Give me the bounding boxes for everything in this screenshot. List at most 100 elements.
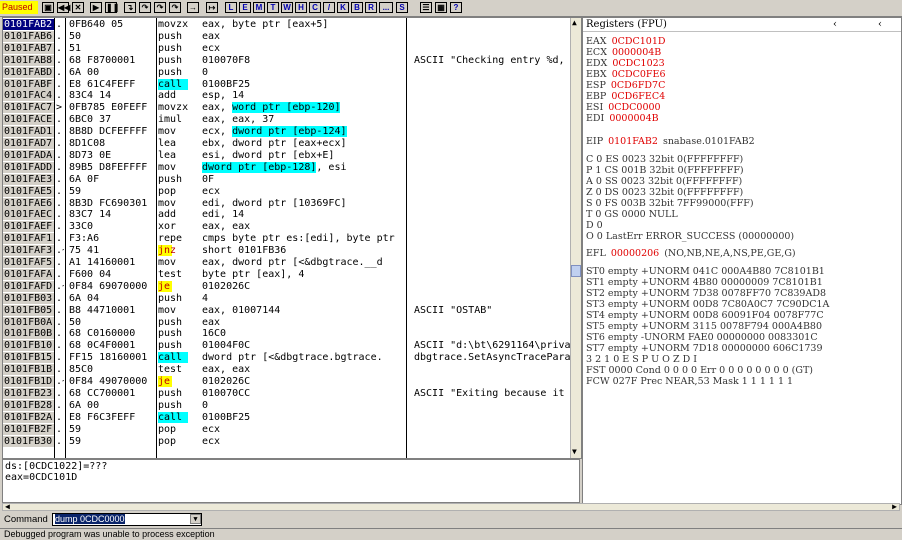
- disassembly-row[interactable]: 0101FAF1. F3:A6 repe cmps byte ptr es:[edi]…: [3, 233, 581, 245]
- row-comment: [414, 79, 581, 90]
- open-icon[interactable]: ▣: [42, 2, 54, 13]
- run-trace-window-button[interactable]: ...: [379, 2, 393, 13]
- disassembly-row[interactable]: 0101FB28. 6A 00 push 0: [3, 399, 581, 411]
- register-row: ESI 0CDC0000: [586, 102, 666, 113]
- disassembly-row[interactable]: 0101FAC7 >0FB785 E0FEFF movzx eax, word ptr…: [3, 102, 581, 114]
- disassembly-row[interactable]: 0101FAEC. 83C7 14 add edi, 14: [3, 209, 581, 221]
- disassembly-row[interactable]: 0101FB15. FF15 18160001 call dword ptr [<&d…: [3, 352, 581, 364]
- row-address: 0101FAB6: [3, 30, 54, 42]
- row-disassembly: repe cmps byte ptr es:[edi], byte ptr: [158, 233, 403, 244]
- disassembly-row[interactable]: 0101FABF. E8 61C4FEFF call 0100BF25: [3, 78, 581, 90]
- modules-window-button[interactable]: E: [239, 2, 251, 13]
- windows-window-button[interactable]: W: [281, 2, 293, 13]
- disassembly-row[interactable]: 0101FB0B. 68 C0160000 push 16C0: [3, 328, 581, 340]
- scroll-left-icon[interactable]: ◀: [5, 502, 10, 511]
- row-hex-dump: 8B8D DCFEFFFF: [69, 126, 148, 138]
- threads-window-button[interactable]: T: [267, 2, 279, 13]
- opcode: je: [158, 280, 172, 292]
- disassembly-row[interactable]: 0101FB30. 59 pop ecx: [3, 435, 581, 447]
- disassembly-row[interactable]: 0101FB03. 6A 04 push 4: [3, 292, 581, 304]
- references-window-button[interactable]: R: [365, 2, 377, 13]
- close-icon[interactable]: ✕: [72, 2, 84, 13]
- disassembly-row[interactable]: 0101FAD1. 8B8D DCFEFFFF mov ecx, dword ptr …: [3, 126, 581, 138]
- row-disassembly: push 0F: [158, 174, 403, 185]
- animate-into-icon[interactable]: ↷: [154, 2, 166, 13]
- list-icon[interactable]: ☰: [420, 2, 432, 13]
- scroll-thumb[interactable]: [571, 265, 581, 277]
- go-to-icon[interactable]: ↦: [206, 2, 218, 13]
- flag-row: C 0 ES 0023 32bit 0(FFFFFFFF): [586, 154, 748, 165]
- register-value: 0101FAB2: [608, 136, 658, 147]
- row-comment: [414, 209, 581, 220]
- disassembly-row[interactable]: 0101FAEF. 33C0 xor eax, eax: [3, 221, 581, 233]
- disassembly-row[interactable]: 0101FAD7. 8D1C08 lea ebx, dword ptr [eax+ec…: [3, 138, 581, 149]
- chevron-down-icon[interactable]: ▼: [190, 514, 201, 524]
- patches-window-button[interactable]: /: [323, 2, 335, 13]
- disassembly-row[interactable]: 0101FB10. 68 0C4F0001 push 01004F0C ASCII "d…: [3, 340, 581, 352]
- cpu-disassembly-pane[interactable]: 0101FAB2. 0FB640 05 movzx eax, byte ptr [ea…: [2, 17, 582, 459]
- next-view-icon[interactable]: ‹: [878, 18, 882, 32]
- breakpoints-window-button[interactable]: B: [351, 2, 363, 13]
- operand: dword ptr [ebp-128]: [202, 161, 317, 173]
- row-comment: [414, 317, 581, 328]
- source-window-button[interactable]: S: [396, 2, 408, 13]
- run-icon[interactable]: ▶: [90, 2, 102, 13]
- disassembly-row[interactable]: 0101FADA. 8D73 0E lea esi, dword ptr [ebx+E…: [3, 149, 581, 161]
- execute-till-return-icon[interactable]: →: [187, 2, 199, 13]
- disassembly-row[interactable]: 0101FB2A. E8 F6C3FEFF call 0100BF25: [3, 411, 581, 423]
- horizontal-scrollbar[interactable]: ◀ ▶: [2, 502, 900, 511]
- registers-pane[interactable]: Registers (FPU) ‹ ‹ EAX 0CDC101D ECX 000000…: [582, 17, 902, 505]
- scroll-right-icon[interactable]: ▶: [892, 502, 897, 511]
- flag-row: T 0 GS 0000 NULL: [586, 209, 683, 220]
- row-disassembly: pop ecx: [158, 436, 403, 447]
- disassembly-row[interactable]: 0101FAF3.~ 75 41 jnz short 0101FB36: [3, 245, 581, 257]
- scroll-up-icon[interactable]: ▲: [572, 19, 577, 27]
- prev-view-icon[interactable]: ‹: [833, 18, 837, 32]
- disassembly-row[interactable]: 0101FAFA. F600 04 test byte ptr [eax], 4: [3, 268, 581, 280]
- row-address: 0101FB2F: [3, 423, 54, 435]
- memory-window-button[interactable]: M: [253, 2, 265, 13]
- step-into-icon[interactable]: ↴: [124, 2, 136, 13]
- pause-icon[interactable]: ❚❚: [105, 2, 119, 13]
- animate-over-icon[interactable]: ↷: [169, 2, 181, 13]
- disassembly-row[interactable]: 0101FAE6. 8B3D FC690301 mov edi, dword ptr …: [3, 197, 581, 209]
- rewind-icon[interactable]: ◀◀: [57, 2, 70, 13]
- opcode: mov: [158, 257, 177, 268]
- command-input[interactable]: dump 0CDC0000: [52, 513, 202, 526]
- disassembly-scrollbar[interactable]: ▲ ▼: [570, 18, 581, 458]
- row-disassembly: movzx eax, word ptr [ebp-120]: [158, 102, 403, 114]
- disassembly-row[interactable]: 0101FAC4. 83C4 14 add esp, 14: [3, 90, 581, 102]
- row-disassembly: add esp, 14: [158, 90, 403, 101]
- disassembly-row[interactable]: 0101FAFD.~ 0F84 69070000 je 0102026C: [3, 280, 581, 292]
- step-over-icon[interactable]: ↷: [139, 2, 151, 13]
- disassembly-row[interactable]: 0101FACE. 6BC0 37 imul eax, eax, 37: [3, 114, 581, 126]
- handles-window-button[interactable]: H: [295, 2, 307, 13]
- disassembly-row[interactable]: 0101FB1D.~ 0F84 49070000 je 0102026C: [3, 376, 581, 387]
- disassembly-row[interactable]: 0101FABD. 6A 00 push 0: [3, 66, 581, 78]
- disassembly-row[interactable]: 0101FAB6. 50 push eax: [3, 30, 581, 42]
- disassembly-row[interactable]: 0101FAE5. 59 pop ecx: [3, 185, 581, 197]
- row-marker: .: [56, 42, 63, 54]
- scroll-down-icon[interactable]: ▼: [572, 448, 577, 456]
- disassembly-row[interactable]: 0101FB23. 68 CC700001 push 010070CC ASCII "E…: [3, 387, 581, 399]
- disassembly-row[interactable]: 0101FB05. B8 44710001 mov eax, 01007144 ASCI…: [3, 304, 581, 316]
- row-marker: >: [56, 102, 63, 114]
- disassembly-row[interactable]: 0101FAB2. 0FB640 05 movzx eax, byte ptr [ea…: [3, 19, 581, 30]
- operand: 0102026C: [202, 376, 251, 387]
- disassembly-row[interactable]: 0101FAF5. A1 14160001 mov eax, dword ptr [<…: [3, 257, 581, 268]
- disassembly-row[interactable]: 0101FADD. 89B5 D8FEFFFF mov dword ptr [ebp-…: [3, 161, 581, 173]
- row-address: 0101FB0A: [3, 316, 54, 328]
- help-icon[interactable]: ?: [450, 2, 462, 13]
- disassembly-row[interactable]: 0101FB2F. 59 pop ecx: [3, 423, 581, 435]
- disassembly-row[interactable]: 0101FAB7. 51 push ecx: [3, 42, 581, 54]
- disassembly-row[interactable]: 0101FB1B. 85C0 test eax, eax: [3, 364, 581, 376]
- disassembly-row[interactable]: 0101FAE3. 6A 0F push 0F: [3, 173, 581, 185]
- call-stack-window-button[interactable]: K: [337, 2, 349, 13]
- disassembly-row[interactable]: 0101FB0A. 50 push eax: [3, 316, 581, 328]
- registers-title[interactable]: Registers (FPU) ‹ ‹: [583, 18, 901, 32]
- options-icon[interactable]: ▦: [435, 2, 447, 13]
- log-window-button[interactable]: L: [225, 2, 237, 13]
- disassembly-row[interactable]: 0101FAB8. 68 F8700001 push 010070F8 ASCII "C…: [3, 54, 581, 66]
- operand: eax: [202, 30, 221, 42]
- cpu-window-button[interactable]: C: [309, 2, 321, 13]
